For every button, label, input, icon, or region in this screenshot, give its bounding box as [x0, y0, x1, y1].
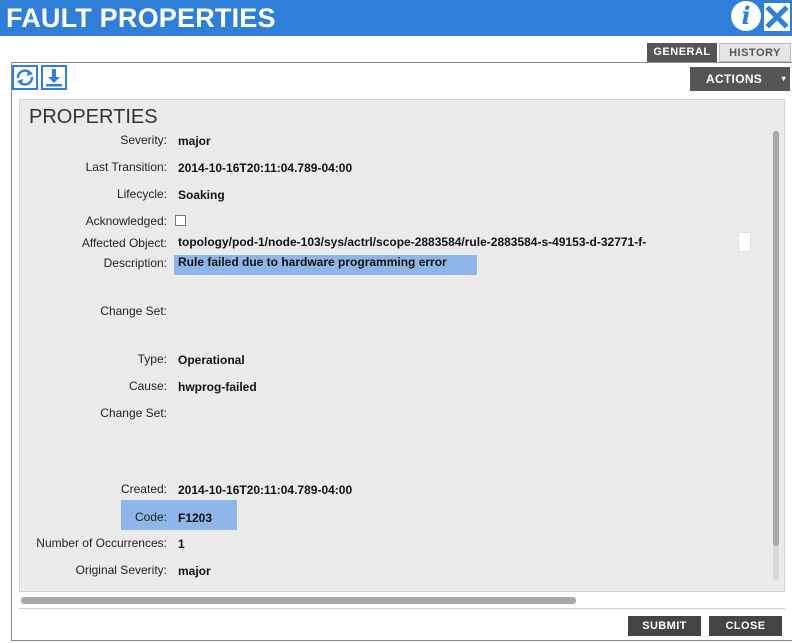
created-label: Created:	[120, 482, 167, 496]
created-value: 2014-10-16T20:11:04.789-04:00	[178, 483, 353, 497]
tab-bar: GENERAL HISTORY	[647, 43, 791, 62]
chevron-down-icon: ▾	[781, 74, 786, 83]
properties-content[interactable]: PROPERTIES Severity: major Last Transiti…	[19, 99, 785, 592]
description-label: Description:	[103, 256, 167, 270]
change-set-label: Change Set:	[100, 304, 167, 318]
tab-general[interactable]: GENERAL	[647, 43, 717, 62]
original-severity-label: Original Severity:	[75, 563, 167, 577]
section-title: PROPERTIES	[29, 106, 158, 128]
code-label: Code:	[134, 510, 167, 524]
submit-button[interactable]: SUBMIT	[628, 616, 701, 636]
close-icon[interactable]	[764, 3, 790, 31]
vertical-scrollbar-thumb[interactable]	[773, 131, 779, 546]
close-button[interactable]: CLOSE	[709, 616, 782, 636]
lifecycle-label: Lifecycle:	[116, 187, 167, 201]
affected-object-label: Affected Object:	[81, 236, 167, 250]
type-value: Operational	[178, 353, 245, 367]
cause-label: Cause:	[128, 379, 167, 393]
window-title: FAULT PROPERTIES	[6, 3, 276, 33]
occurrences-value: 1	[178, 537, 185, 551]
last-transition-value: 2014-10-16T20:11:04.789-04:00	[178, 161, 353, 175]
refresh-icon	[16, 69, 34, 86]
download-button[interactable]	[41, 65, 67, 90]
actions-dropdown[interactable]: ACTIONS ▾	[690, 67, 790, 91]
actions-label: ACTIONS	[706, 72, 763, 86]
field-scroll-box	[738, 232, 751, 252]
download-icon	[46, 69, 62, 87]
occurrences-label: Number of Occurrences:	[36, 536, 167, 550]
description-value[interactable]: Rule failed due to hardware programming …	[178, 255, 447, 270]
refresh-button[interactable]	[12, 65, 38, 90]
affected-object-value: topology/pod-1/node-103/sys/actrl/scope-…	[178, 235, 647, 249]
info-icon[interactable]: i	[731, 1, 761, 31]
title-bar: FAULT PROPERTIES i	[0, 0, 792, 36]
last-transition-label: Last Transition:	[85, 160, 167, 174]
code-value[interactable]: F1203	[178, 511, 212, 526]
severity-label: Severity:	[120, 133, 167, 147]
acknowledged-label: Acknowledged:	[85, 214, 167, 228]
change-set-label-2: Change Set:	[100, 406, 167, 420]
original-severity-value: major	[178, 564, 211, 578]
type-label: Type:	[137, 352, 167, 366]
divider	[19, 608, 785, 609]
tab-history[interactable]: HISTORY	[719, 43, 791, 62]
horizontal-scrollbar[interactable]	[21, 597, 576, 604]
severity-value: major	[178, 134, 211, 148]
lifecycle-value: Soaking	[178, 188, 225, 202]
acknowledged-checkbox[interactable]	[175, 215, 186, 226]
cause-value: hwprog-failed	[178, 380, 257, 394]
